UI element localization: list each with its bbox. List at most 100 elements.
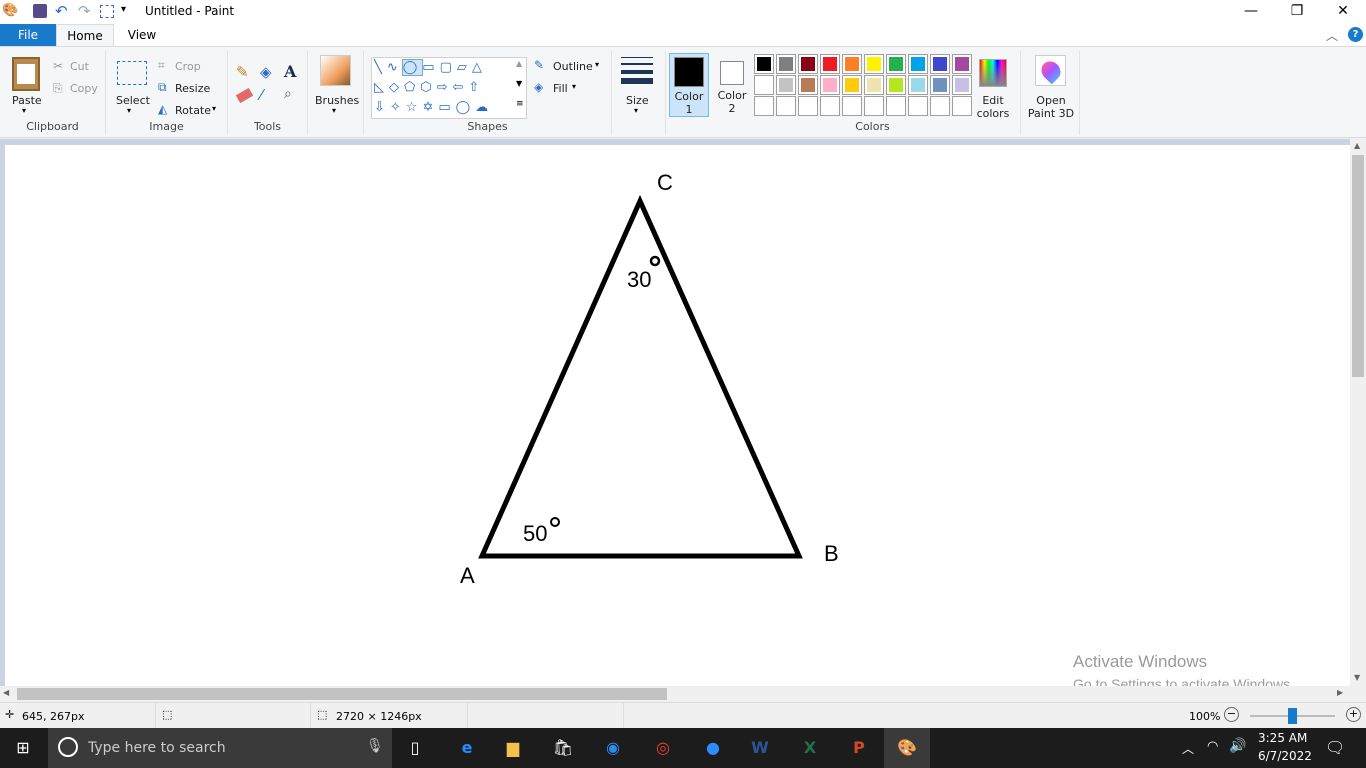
scroll-right-icon[interactable]: ▶ (1337, 688, 1343, 697)
paste-button[interactable]: Paste (12, 94, 42, 107)
palette-swatch[interactable] (930, 54, 950, 74)
zalo-icon[interactable]: ◉ (590, 728, 636, 768)
shape-line-icon[interactable]: ╲∿ (374, 60, 403, 75)
palette-swatch[interactable] (820, 54, 840, 74)
custom-color-slot[interactable] (798, 96, 818, 116)
palette-swatch[interactable] (842, 54, 862, 74)
palette-swatch[interactable] (864, 54, 884, 74)
drawing-canvas[interactable]: C A B 30 50 Activate Windows Go to Setti… (5, 145, 1350, 692)
undo-icon[interactable]: ↶ (55, 2, 68, 20)
size-icon[interactable] (621, 57, 653, 84)
zoom-in-button[interactable]: + (1346, 707, 1361, 722)
zoom-slider-thumb[interactable] (1288, 708, 1297, 724)
network-icon[interactable]: ◠ (1207, 739, 1218, 754)
close-button[interactable]: ✕ (1320, 0, 1366, 24)
shape-row3-icons[interactable]: ⇩✧☆✡▭◯☁ (374, 100, 493, 115)
palette-swatch[interactable] (842, 75, 862, 95)
custom-color-slot[interactable] (842, 96, 862, 116)
paste-dropdown-icon[interactable]: ▾ (22, 106, 26, 115)
zoom-app-icon[interactable]: ● (690, 728, 736, 768)
rotate-dropdown-icon[interactable]: ▾ (212, 104, 216, 113)
shapes-scroll-down-icon[interactable]: ▼ (516, 79, 522, 88)
size-dropdown-icon[interactable]: ▾ (634, 106, 638, 115)
shapes-gallery[interactable]: ╲∿◯▭▢▱△ ◺◇⬠⬡⇨⇦⇧ ⇩✧☆✡▭◯☁ (371, 57, 527, 119)
volume-icon[interactable]: 🔊 (1229, 738, 1246, 754)
color-picker-icon[interactable]: ⁄ (260, 86, 263, 104)
microphone-icon[interactable]: 🎙 (366, 738, 384, 754)
shapes-scroll-up-icon[interactable]: ▲ (516, 59, 522, 68)
vertical-scroll-thumb[interactable] (1352, 155, 1364, 377)
search-box[interactable]: Type here to search 🎙 (48, 728, 392, 768)
palette-swatch[interactable] (754, 54, 774, 74)
notifications-icon[interactable]: 🗨 (1325, 738, 1345, 757)
task-view-icon[interactable]: ▯ (392, 728, 438, 768)
palette-swatch[interactable] (908, 54, 928, 74)
restore-button[interactable]: ❐ (1274, 0, 1320, 24)
palette-swatch[interactable] (776, 75, 796, 95)
shape-rectangle-icon[interactable]: ▭▢▱△ (422, 60, 487, 75)
custom-color-slot[interactable] (952, 96, 972, 116)
palette-swatch[interactable] (820, 75, 840, 95)
custom-color-slot[interactable] (864, 96, 884, 116)
paint-taskbar-icon[interactable]: 🎨 (884, 728, 930, 768)
collapse-ribbon-icon[interactable]: ︿ (1326, 27, 1338, 44)
file-explorer-icon[interactable]: ▆ (490, 728, 536, 768)
tab-home[interactable]: Home (56, 24, 114, 46)
clock-time[interactable]: 3:25 AM (1258, 731, 1307, 745)
edit-colors-icon[interactable] (979, 59, 1007, 87)
palette-swatch[interactable] (886, 54, 906, 74)
select-dropdown-icon[interactable]: ▾ (127, 106, 131, 115)
palette-swatch[interactable] (798, 75, 818, 95)
start-windows-icon[interactable]: ⊞ (0, 728, 46, 768)
scroll-up-icon[interactable]: ▲ (1354, 141, 1360, 150)
store-icon[interactable]: 🛍 (540, 728, 586, 768)
powerpoint-icon[interactable]: P (836, 728, 882, 768)
tab-file[interactable]: File (0, 24, 56, 46)
eraser-icon[interactable] (235, 87, 254, 104)
select-button[interactable]: Select (116, 94, 150, 107)
color1-button[interactable]: Color 1 (669, 53, 709, 117)
palette-swatch[interactable] (798, 54, 818, 74)
custom-color-slot[interactable] (886, 96, 906, 116)
open-paint3d-button[interactable]: Open Paint 3D (1023, 94, 1079, 120)
palette-swatch[interactable] (864, 75, 884, 95)
palette-swatch[interactable] (754, 75, 774, 95)
magnifier-icon[interactable]: ⌕ (284, 86, 292, 102)
tab-view[interactable]: View (114, 24, 170, 46)
select-quick-icon[interactable] (100, 5, 114, 18)
fill-button[interactable]: Fill (553, 82, 568, 95)
save-icon[interactable] (33, 4, 47, 18)
palette-swatch[interactable] (908, 75, 928, 95)
select-icon[interactable] (117, 61, 147, 85)
palette-swatch[interactable] (886, 75, 906, 95)
horizontal-scrollbar[interactable]: ◀ ▶ (0, 686, 1350, 702)
outline-dropdown-icon[interactable]: ▾ (595, 60, 599, 69)
minimize-button[interactable]: — (1228, 0, 1274, 24)
crop-button[interactable]: Crop (175, 60, 201, 73)
outline-button[interactable]: Outline (553, 60, 593, 73)
zoom-out-button[interactable]: − (1224, 707, 1239, 722)
vertical-scrollbar[interactable]: ▲ ▼ (1350, 139, 1366, 686)
edge-icon[interactable]: e (444, 728, 490, 768)
customize-toolbar-icon[interactable]: ▾ (121, 4, 126, 15)
paint3d-icon[interactable] (1035, 55, 1066, 86)
edit-colors-button[interactable]: Edit colors (972, 94, 1014, 120)
scroll-down-icon[interactable]: ▼ (1354, 673, 1360, 682)
copy-button[interactable]: Copy (70, 82, 98, 95)
custom-color-slot[interactable] (820, 96, 840, 116)
redo-icon[interactable]: ↷ (78, 2, 91, 20)
horizontal-scroll-thumb[interactable] (17, 688, 667, 700)
chrome-icon[interactable]: ◎ (640, 728, 686, 768)
word-icon[interactable]: W (737, 728, 783, 768)
excel-icon[interactable]: X (787, 728, 833, 768)
color2-button[interactable]: Color 2 (712, 53, 752, 117)
custom-color-slot[interactable] (930, 96, 950, 116)
rotate-button[interactable]: Rotate (175, 104, 211, 117)
brushes-icon[interactable] (320, 55, 351, 86)
shapes-more-icon[interactable]: ≡ (516, 99, 524, 109)
pencil-icon[interactable]: ✎ (236, 63, 249, 81)
custom-color-slot[interactable] (754, 96, 774, 116)
paint-app-icon[interactable]: 🎨 (2, 3, 18, 18)
cut-button[interactable]: Cut (70, 60, 89, 73)
help-icon[interactable]: ? (1348, 27, 1363, 42)
